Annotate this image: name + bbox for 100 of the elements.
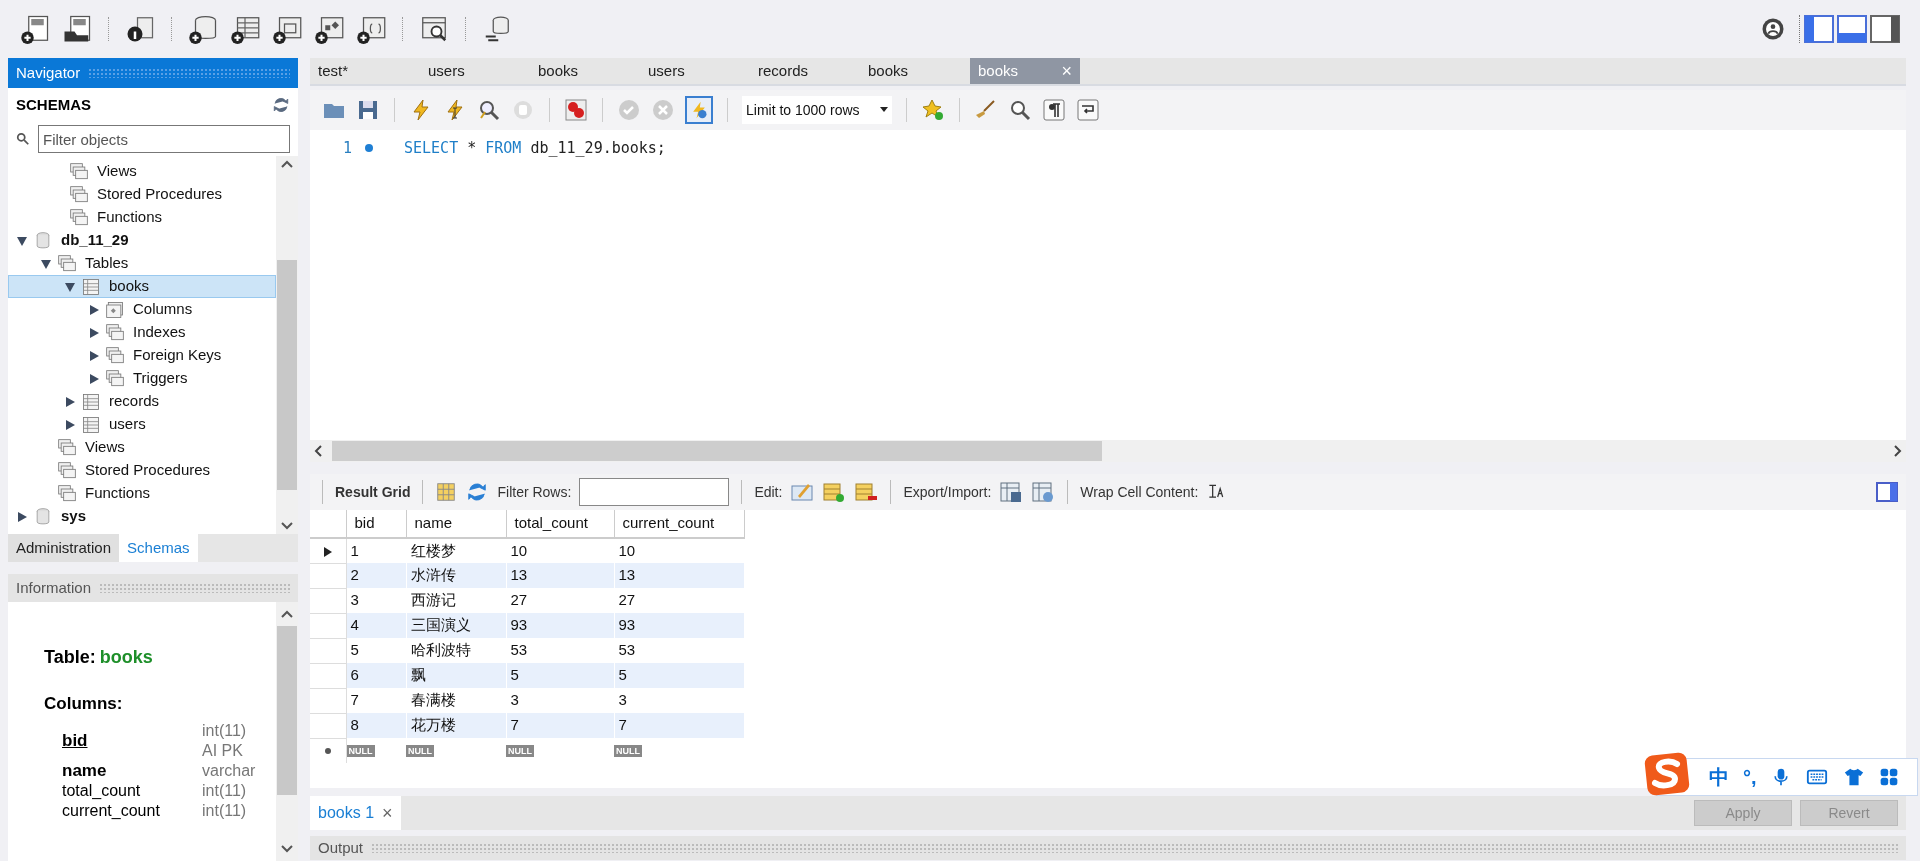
tree-item[interactable]: records (8, 390, 276, 413)
delete-row-icon[interactable] (854, 480, 879, 504)
editor-tab[interactable]: records (750, 58, 860, 84)
scrollbar[interactable] (276, 602, 298, 861)
result-grid-label[interactable]: Result Grid (335, 481, 411, 503)
panel-tab[interactable]: Administration (8, 534, 120, 562)
apps-icon[interactable] (1878, 767, 1899, 787)
tree-item[interactable]: Foreign Keys (8, 344, 276, 367)
shirt-icon[interactable] (1842, 766, 1865, 788)
tree-item[interactable]: Indexes (8, 321, 276, 344)
columns-toggle-icon[interactable] (435, 481, 458, 503)
new-sql-file-icon[interactable] (20, 14, 50, 44)
info-label: Table: (44, 646, 96, 669)
scroll-down-icon[interactable] (281, 522, 293, 530)
horizontal-scrollbar[interactable] (310, 440, 1906, 462)
tree-item[interactable]: db_11_29 (8, 229, 276, 252)
tree-item[interactable]: sys (8, 505, 276, 528)
search-icon (16, 132, 30, 146)
limit-select[interactable]: Limit to 1000 rows (742, 96, 892, 124)
result-tab[interactable]: books 1 × (310, 796, 401, 830)
expand-arrow-icon[interactable] (16, 510, 28, 523)
toggle-errors-icon[interactable] (564, 98, 588, 122)
procedure-add-icon[interactable] (314, 14, 344, 44)
null-badge: NULL (406, 745, 434, 757)
search-icon[interactable] (1008, 98, 1032, 122)
column-header[interactable]: name (406, 510, 506, 538)
add-row-icon[interactable] (822, 480, 847, 504)
expand-arrow-icon[interactable] (88, 372, 100, 385)
column-name: bid (62, 730, 89, 751)
tree-item[interactable]: Triggers (8, 367, 276, 390)
column-header[interactable]: bid (346, 510, 406, 538)
scroll-right-icon[interactable] (1894, 445, 1902, 457)
line-number: 1 (341, 137, 352, 159)
info-icon[interactable] (125, 14, 155, 44)
auto-commit-toggle[interactable] (685, 96, 713, 124)
toggle-sidebar-icon[interactable] (1804, 15, 1834, 43)
tree-item[interactable]: users (8, 413, 276, 436)
expand-arrow-icon[interactable] (40, 257, 52, 270)
scroll-up-icon[interactable] (281, 610, 293, 618)
expand-arrow-icon[interactable] (64, 418, 76, 431)
function-add-icon[interactable] (356, 14, 386, 44)
star-add-icon[interactable] (921, 98, 945, 122)
tree-item[interactable]: Views (8, 160, 276, 183)
pilcrow-icon[interactable] (1042, 98, 1066, 122)
scrollbar[interactable] (276, 156, 298, 534)
refresh-icon[interactable] (272, 96, 290, 114)
tree-item[interactable]: Stored Procedures (8, 459, 276, 482)
editor-tab[interactable]: users (420, 58, 530, 84)
filter-field[interactable]: Filter objects (38, 125, 290, 153)
expand-arrow-icon[interactable] (16, 234, 28, 247)
panel-tab[interactable]: Schemas (119, 534, 198, 562)
code-line: SELECT * FROM db_11_29.books; (404, 137, 666, 159)
table-cell: 53 (506, 638, 614, 663)
expand-arrow-icon[interactable] (88, 349, 100, 362)
tree-item[interactable]: Functions (8, 482, 276, 505)
close-icon[interactable]: × (382, 799, 393, 827)
column-name: total_count (62, 780, 142, 801)
table-add-icon[interactable] (230, 14, 260, 44)
tree-item[interactable]: Stored Procedures (8, 183, 276, 206)
view-add-icon[interactable] (272, 14, 302, 44)
expand-arrow-icon[interactable] (64, 280, 76, 293)
expand-arrow-icon[interactable] (88, 326, 100, 339)
import-icon[interactable] (1031, 480, 1056, 504)
tree-item[interactable]: books (8, 275, 276, 298)
expand-arrow-icon[interactable] (64, 395, 76, 408)
table-cell: 6 (346, 663, 406, 688)
panel-grip[interactable] (88, 68, 290, 78)
scroll-down-icon[interactable] (281, 845, 293, 853)
editor-tab[interactable]: users (640, 58, 750, 84)
column-header[interactable]: total_count (506, 510, 614, 538)
tree-item[interactable]: Views (8, 436, 276, 459)
table-cell: 西游记 (406, 588, 506, 613)
ime-punctuation[interactable]: °, (1743, 762, 1757, 792)
save-icon[interactable] (356, 98, 380, 122)
expand-arrow-icon[interactable] (88, 303, 100, 316)
tree-item[interactable]: Tables (8, 252, 276, 275)
ime-mode[interactable]: 中 (1709, 762, 1729, 792)
open-sql-file-icon[interactable] (62, 14, 92, 44)
toggle-right-panel-icon[interactable] (1876, 482, 1898, 502)
scroll-left-icon[interactable] (314, 445, 322, 457)
filter-rows-field[interactable] (579, 478, 730, 506)
toggle-output-panel-icon[interactable] (1837, 15, 1867, 43)
scroll-up-icon[interactable] (281, 160, 293, 168)
tree-item[interactable]: Columns (8, 298, 276, 321)
table-icon (81, 414, 101, 435)
magnifier-icon[interactable] (477, 98, 501, 122)
word-wrap-icon[interactable] (1076, 98, 1100, 122)
database-add-icon[interactable] (188, 14, 218, 44)
editor-tab[interactable]: test* (310, 58, 420, 84)
tree-item[interactable]: Functions (8, 206, 276, 229)
panel-grip[interactable] (371, 843, 1898, 853)
editor-tab[interactable]: books (860, 58, 970, 84)
editor-tab[interactable]: books (530, 58, 640, 84)
toggle-right-panel-icon[interactable] (1870, 15, 1900, 43)
column-header[interactable]: current_count (614, 510, 744, 538)
column-name: name (62, 760, 108, 781)
panel-grip[interactable] (99, 583, 290, 593)
table-search-icon[interactable] (419, 14, 449, 44)
export-icon[interactable] (999, 480, 1024, 504)
ime-logo-icon[interactable] (1643, 751, 1691, 797)
